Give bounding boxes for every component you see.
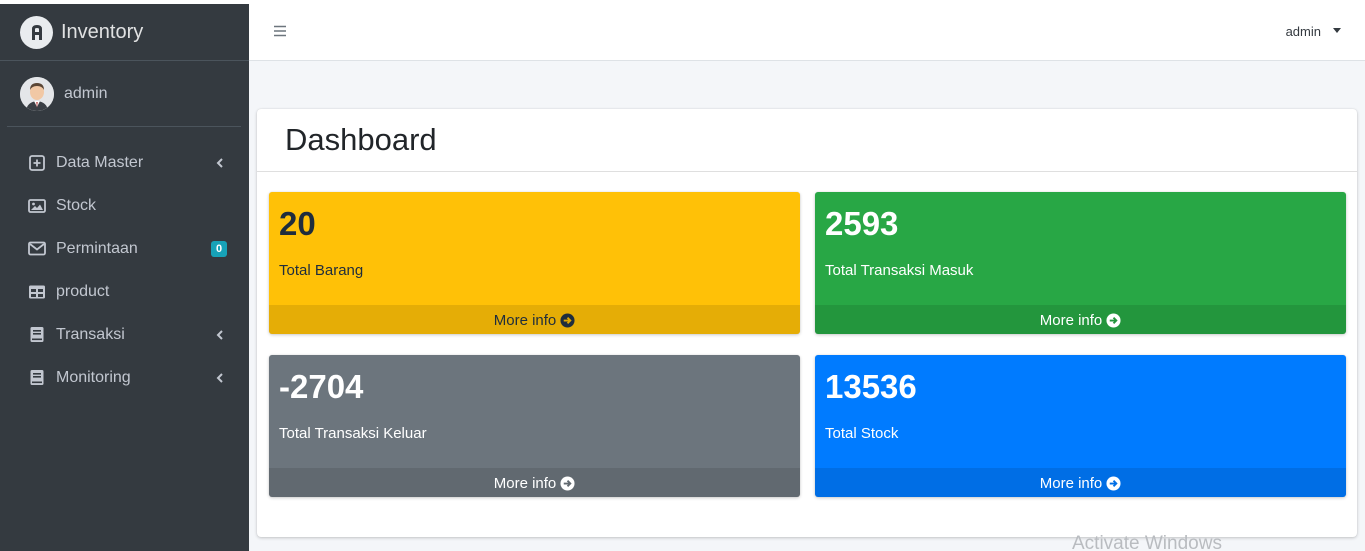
more-info-label: More info	[1039, 311, 1103, 329]
sidebar-item-product[interactable]: product	[0, 270, 249, 313]
arrow-circle-right-icon	[560, 312, 575, 328]
hamburger-menu-icon[interactable]	[273, 24, 287, 38]
book-icon	[27, 368, 46, 387]
box-value: -2704	[279, 368, 364, 405]
sidebar-item-monitoring[interactable]: Monitoring	[0, 356, 249, 399]
more-info-link[interactable]: More info	[269, 468, 800, 497]
box-value: 13536	[825, 368, 917, 405]
sidebar-item-label: Stock	[56, 196, 97, 214]
box-label: Total Transaksi Masuk	[825, 262, 974, 279]
more-info-label: More info	[493, 311, 557, 329]
arrow-circle-right-icon	[1106, 475, 1121, 491]
sidebar-item-label: Data Master	[56, 153, 144, 171]
more-info-link[interactable]: More info	[815, 305, 1346, 334]
sidebar-item-label: Monitoring	[56, 368, 131, 386]
chevron-left-icon	[216, 329, 223, 340]
activate-windows-watermark: Activate Windows	[1072, 533, 1222, 551]
top-navbar: admin	[249, 4, 1365, 61]
plus-square-icon	[27, 153, 46, 172]
more-info-label: More info	[1039, 474, 1103, 492]
arrow-circle-right-icon	[1106, 312, 1121, 328]
brand-logo-icon	[20, 15, 53, 49]
chevron-left-icon	[216, 157, 223, 168]
box-value: 20	[279, 205, 316, 242]
user-dropdown[interactable]: admin	[1286, 24, 1341, 39]
sidebar: Inventory admin Data Master Stock Permin…	[0, 4, 249, 551]
sidebar-item-permintaan[interactable]: Permintaan 0	[0, 227, 249, 270]
notification-badge: 0	[211, 240, 227, 257]
small-box-total-barang: 20 Total Barang More info	[269, 192, 800, 334]
sidebar-item-stock[interactable]: Stock	[0, 184, 249, 227]
box-label: Total Transaksi Keluar	[279, 425, 427, 442]
more-info-link[interactable]: More info	[269, 305, 800, 334]
brand-title: Inventory	[61, 20, 144, 43]
user-dropdown-label: admin	[1285, 24, 1321, 39]
box-label: Total Stock	[825, 425, 899, 442]
sidebar-username: admin	[64, 84, 108, 102]
dashboard-card: Dashboard 20 Total Barang More info 2593…	[257, 109, 1357, 537]
sidebar-item-label: Transaksi	[56, 325, 125, 343]
image-icon	[27, 196, 46, 215]
small-box-total-stock: 13536 Total Stock More info	[815, 355, 1346, 497]
arrow-circle-right-icon	[560, 475, 575, 491]
box-value: 2593	[825, 205, 899, 242]
sidebar-item-label: product	[56, 282, 110, 300]
envelope-icon	[27, 239, 46, 258]
user-panel[interactable]: admin	[7, 61, 241, 127]
book-icon	[27, 325, 46, 344]
card-header: Dashboard	[257, 109, 1357, 172]
sidebar-item-label: Permintaan	[56, 239, 138, 257]
small-box-total-transaksi-masuk: 2593 Total Transaksi Masuk More info	[815, 192, 1346, 334]
box-label: Total Barang	[279, 262, 364, 279]
page-title: Dashboard	[285, 122, 437, 157]
sidebar-nav: Data Master Stock Permintaan 0 product T…	[0, 127, 249, 399]
chevron-left-icon	[216, 372, 223, 383]
sidebar-item-transaksi[interactable]: Transaksi	[0, 313, 249, 356]
table-icon	[27, 282, 46, 301]
more-info-link[interactable]: More info	[815, 468, 1346, 497]
brand-link[interactable]: Inventory	[0, 4, 249, 61]
more-info-label: More info	[493, 474, 557, 492]
caret-down-icon	[1333, 28, 1341, 33]
sidebar-item-data-master[interactable]: Data Master	[0, 141, 249, 184]
avatar	[20, 76, 54, 111]
small-box-total-transaksi-keluar: -2704 Total Transaksi Keluar More info	[269, 355, 800, 497]
